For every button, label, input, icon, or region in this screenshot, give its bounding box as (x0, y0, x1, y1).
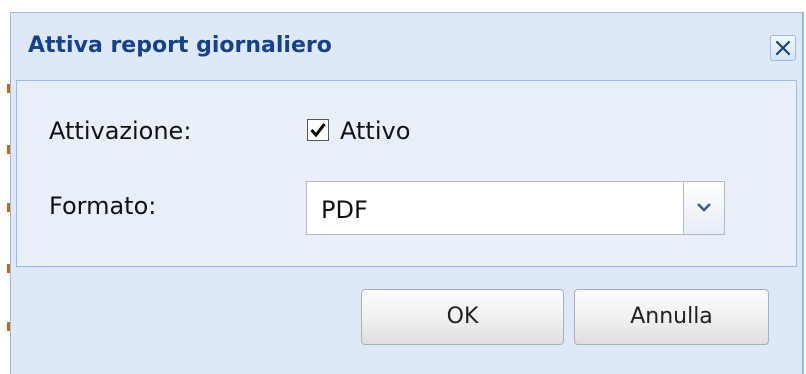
activation-checkbox-label[interactable]: Attivo (340, 117, 410, 145)
report-dialog: Attiva report giornaliero Attivazione: A… (10, 12, 804, 374)
ok-button[interactable]: OK (361, 289, 564, 345)
activation-checkbox[interactable] (307, 119, 329, 141)
close-icon (775, 40, 791, 56)
form-panel: Attivazione: Attivo Formato: PDF (16, 80, 797, 267)
format-select-value[interactable]: PDF (321, 196, 368, 224)
dialog-title: Attiva report giornaliero (28, 33, 332, 58)
close-button[interactable] (770, 35, 796, 61)
cancel-button[interactable]: Annulla (574, 289, 769, 345)
page-edge (0, 0, 10, 374)
chevron-down-icon (697, 203, 711, 212)
format-label: Formato: (49, 192, 157, 220)
checkmark-icon (310, 123, 326, 138)
format-select[interactable]: PDF (306, 181, 725, 235)
dialog-title-bar: Attiva report giornaliero (11, 13, 802, 77)
activation-label: Attivazione: (49, 117, 192, 145)
format-dropdown-trigger[interactable] (683, 182, 724, 234)
